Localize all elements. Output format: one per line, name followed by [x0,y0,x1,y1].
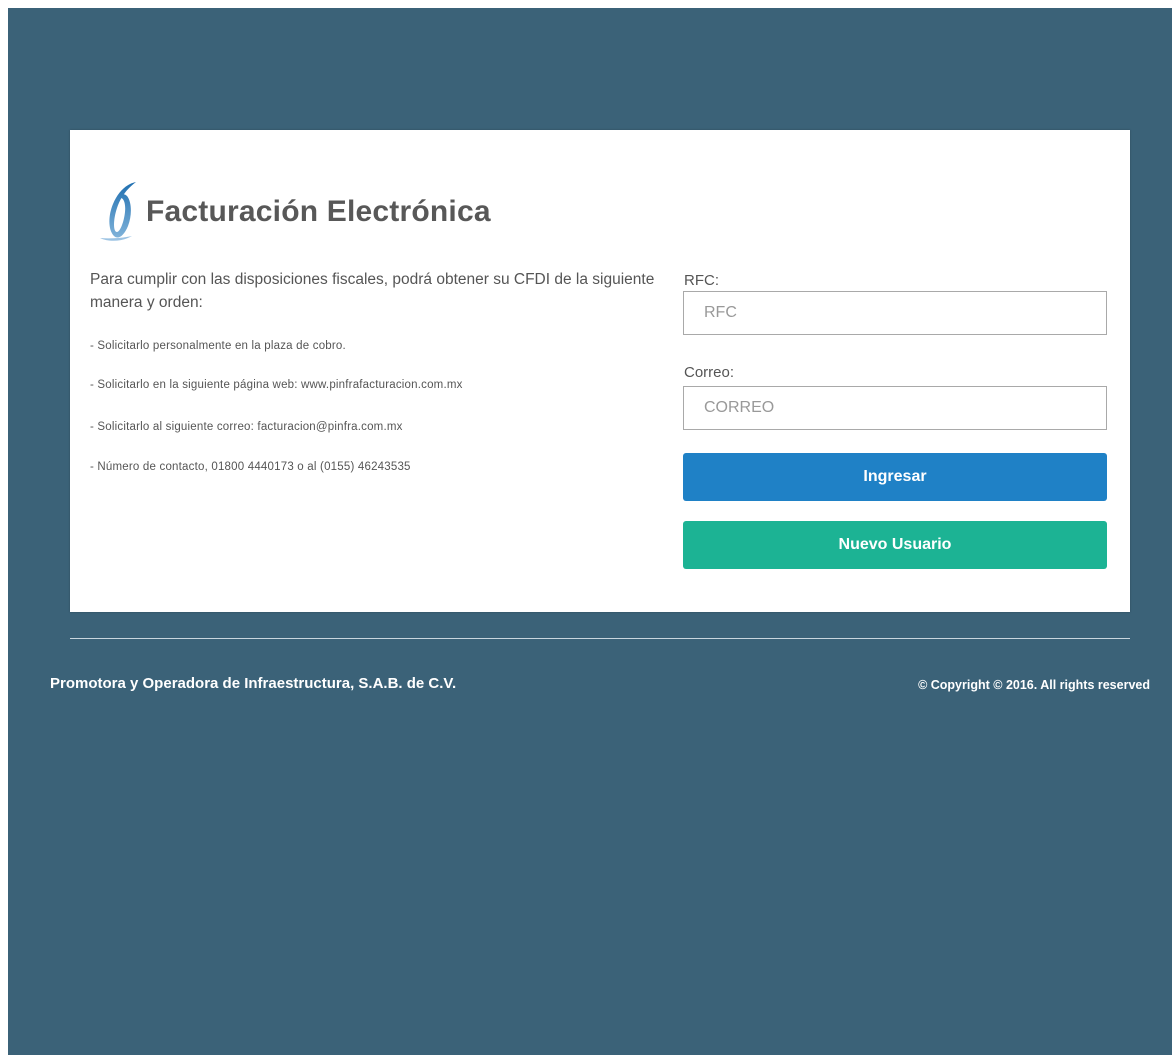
pinfra-logo-icon [100,182,136,241]
rfc-input[interactable] [683,291,1107,335]
footer-divider [70,638,1130,639]
rfc-label: RFC: [684,272,719,289]
bullet-item: - Número de contacto, 01800 4440173 o al… [90,461,411,473]
bullet-item: - Solicitarlo personalmente en la plaza … [90,340,346,352]
company-name: Promotora y Operadora de Infraestructura… [50,675,457,692]
email-input[interactable] [683,386,1107,430]
intro-text: Para cumplir con las disposiciones fisca… [90,271,655,311]
email-label: Correo: [684,364,735,381]
bullet-item: - Solicitarlo al siguiente correo: factu… [90,421,403,433]
login-card: Facturación Electrónica Para cumplir con… [70,130,1130,612]
bullet-item: - Solicitarlo en la siguiente página web… [90,379,463,391]
copyright-text: © Copyright © 2016. All rights reserved [918,678,1150,692]
header: Facturación Electrónica [96,180,491,244]
login-button[interactable]: Ingresar [683,453,1107,501]
new-user-button[interactable]: Nuevo Usuario [683,521,1107,569]
page-title: Facturación Electrónica [146,195,491,228]
page-background: Facturación Electrónica Para cumplir con… [8,8,1172,1055]
